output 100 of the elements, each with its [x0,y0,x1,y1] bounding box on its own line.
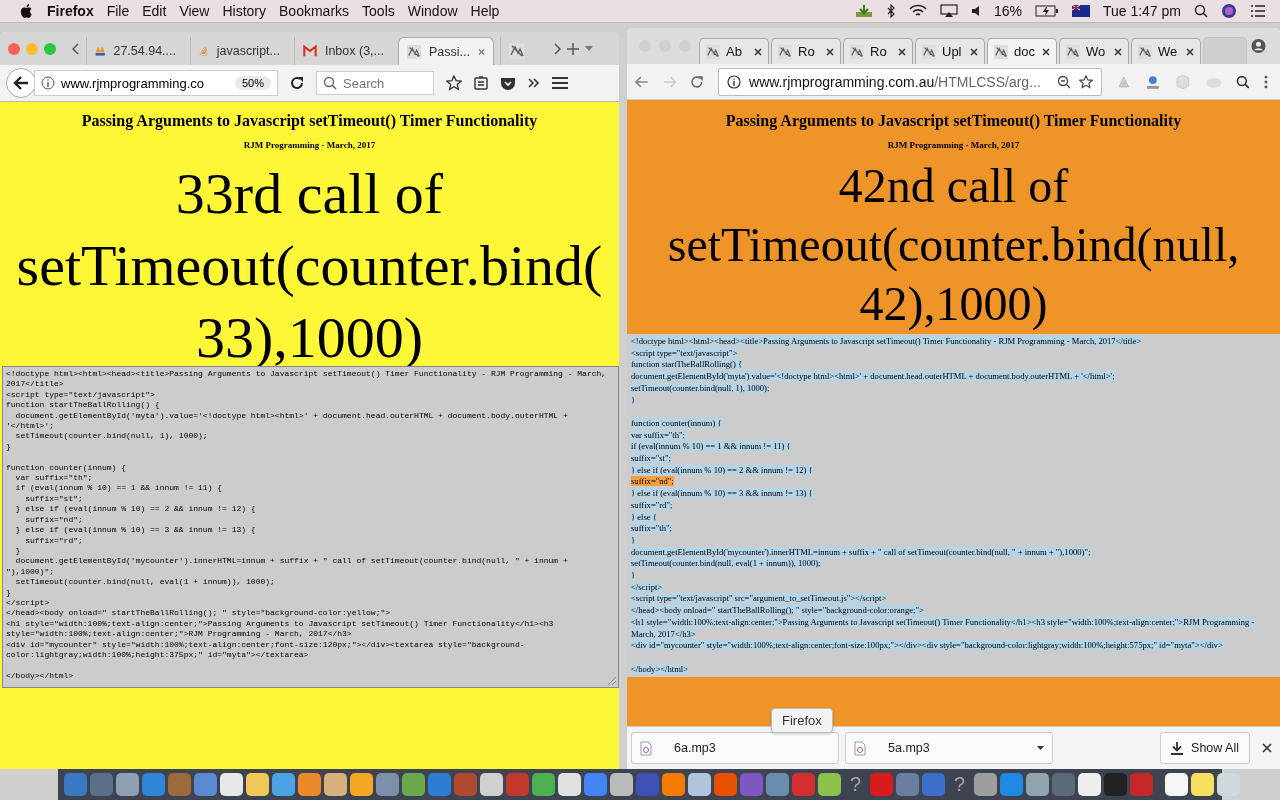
app-menu[interactable]: Firefox [47,3,94,19]
close-icon[interactable] [970,47,978,56]
browser-tab[interactable]: We [1131,38,1201,64]
favicon-icon [706,44,720,59]
reload-icon[interactable] [290,76,304,90]
favicon-icon [994,44,1008,59]
battery-percentage: 16% [993,3,1022,19]
browser-tab[interactable]: Upl [915,38,985,64]
search-icon[interactable] [1194,4,1208,18]
caret-icon[interactable] [1037,746,1044,750]
menu-icon[interactable] [552,77,568,89]
star-icon[interactable] [446,75,462,91]
profile-icon[interactable] [1251,37,1266,55]
chevron-right-icon[interactable] [553,42,561,55]
apple-icon[interactable] [20,3,34,19]
menu-item[interactable]: Tools [362,3,395,19]
wifi-icon[interactable] [908,4,927,18]
back-button[interactable] [6,68,36,98]
favicon-icon [850,44,864,59]
address-field[interactable]: www.rjmprogramming.com.au/HTMLCSS/arg... [718,67,1102,96]
code-textarea[interactable]: <!doctype html><html><head><title>Passing Arguments to Javascript setTimeout() Timer Functionality - RJM Programming - March, 2017</title> <script type="text/javascript"> function startTheBallRolling() { document.getElementById('myta').value='<!doctype html><html>' + document.head.outerHTML + document.body.outerHTML + '</html>'; setTimeout(counter.bind(null, 1), 1000); } function counter(innum) { var suffix="th"; if (eval(innum % 10) == 1 && innum != 11) { suffix="st"; } else if (eval(innum % 10) == 2 && innum != 12) { suffix="nd"; } else if (eval(innum % 10) == 3 && innum != 13) { suffix="rd"; } document.getElementById('mycounter').innerHTML=innum + suffix + " call of setTimeout(counter.bind(null, " + innum + "),1000)"; setTimeout(counter.bind(null, eval(1 + innum)), 1000); } </script> </head><body onload=" startTheBallRolling(); " style="background-color:yellow;"> <h1 style="width:100%;text-align:center;">Passing Arguments to Javascript setTimeout() Timer Functionality</h1><h3 style="width:100%;text-align:center;">RJM Programming - March, 2017</h3> <div id="mycounter" style="width:100%;text-align:center;font-size:120px;"></div><textarea style="background-color:lightgray;width:100%;height:375px;" id="myta"></textarea> </body></html> [2,366,619,689]
favicon-icon [1066,44,1080,59]
show-all-button[interactable]: Show All [1160,732,1250,764]
volume-icon[interactable] [970,5,981,17]
favicon-icon [778,44,792,59]
app-icon[interactable] [532,773,555,796]
search-field[interactable]: Search [316,71,434,95]
app-icon[interactable] [558,773,581,796]
screen-mirroring-icon[interactable] [939,4,958,18]
file-icon [640,740,652,756]
file-icon [854,740,866,756]
app-icon[interactable] [688,773,711,796]
page-heading: Passing Arguments to Javascript setTimeout() Timer Functionality [80,112,539,130]
close-icon[interactable] [1042,47,1050,56]
menu-item[interactable]: Help [470,3,500,19]
plus-icon[interactable] [567,42,579,55]
list-icon[interactable] [1250,5,1266,17]
app-icon[interactable] [246,773,269,796]
browser-tab[interactable]: doc [987,38,1057,64]
battery-charging-icon[interactable] [1034,5,1059,17]
menu-item[interactable]: History [222,3,267,19]
app-icon[interactable] [1165,773,1188,796]
app-icon[interactable] [116,773,139,796]
menu-item[interactable]: View [179,3,210,19]
app-icon[interactable] [1026,773,1049,796]
pocket-icon[interactable] [500,76,516,90]
app-icon[interactable] [350,773,373,796]
bluetooth-icon[interactable] [885,4,896,18]
download-item[interactable]: 6a.mp3 [631,732,839,764]
menu-item[interactable]: Bookmarks [279,3,350,19]
browser-tab[interactable]: Passi... [398,37,494,65]
search-icon[interactable] [1236,74,1251,89]
chevron-left-icon[interactable] [72,42,80,55]
assistant-orb-icon[interactable] [1221,3,1237,19]
info-icon[interactable] [727,74,742,89]
clock[interactable]: Tue 1:47 pm [1102,3,1181,19]
browser-tab[interactable]: Ab [699,38,769,64]
download-item[interactable]: 5a.mp3 [845,732,1053,764]
menu-item[interactable]: File [106,3,130,19]
resize-grip-icon[interactable] [607,676,617,687]
app-icon[interactable] [220,773,243,796]
close-icon[interactable] [898,47,906,56]
menu-item[interactable]: Edit [142,3,167,19]
menu-item[interactable]: Window [407,3,458,19]
more-icon[interactable] [1264,74,1268,89]
app-icon[interactable] [298,773,321,796]
app-icon[interactable] [324,773,347,796]
close-icon[interactable] [754,47,762,56]
app-icon[interactable] [1078,773,1101,796]
browser-tab[interactable]: Wo [1059,38,1129,64]
app-icon[interactable] [610,773,633,796]
page-subheading: RJM Programming - March, 2017 [886,140,1021,150]
zoom-out-icon[interactable] [1056,74,1071,89]
unknown-app-icon[interactable]: ? [844,773,867,796]
download-tray-icon[interactable] [854,4,873,18]
browser-tab[interactable]: Ro [843,38,913,64]
close-icon[interactable] [826,47,834,56]
close-icon[interactable] [1186,47,1194,56]
reading-list-icon[interactable] [474,76,488,90]
page-subheading: RJM Programming - March, 2017 [242,140,377,150]
extension-icon[interactable] [1145,73,1162,90]
back-arrow-icon[interactable] [635,75,649,88]
app-icon[interactable] [974,773,997,796]
flag-icon[interactable] [1071,5,1090,17]
overflow-chevrons-icon[interactable] [528,78,540,88]
favicon-icon [407,43,421,60]
app-icon[interactable] [480,773,503,796]
app-icon[interactable] [1191,773,1214,796]
star-icon[interactable] [1078,74,1093,89]
app-icon[interactable] [272,773,295,796]
browser-tab[interactable]: Ro [771,38,841,64]
search-icon [323,76,337,90]
zoom-badge[interactable]: 50% [234,76,271,90]
close-icon[interactable] [1262,743,1272,753]
unknown-app-icon[interactable]: ? [948,773,971,796]
app-icon[interactable] [662,773,685,796]
favicon-icon [1138,44,1152,59]
close-icon[interactable] [1114,47,1122,56]
address-field[interactable]: www.rjmprogramming.co 50% [34,70,278,96]
app-icon[interactable] [818,773,841,796]
